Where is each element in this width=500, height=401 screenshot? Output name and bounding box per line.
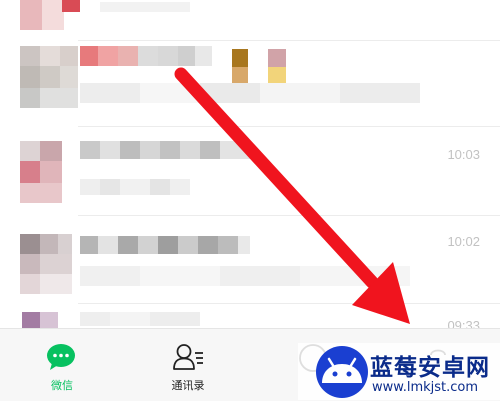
- chat-row[interactable]: [0, 41, 500, 125]
- message-preview: [80, 266, 410, 286]
- logo-icon: [316, 346, 368, 398]
- message-time: 10:03: [447, 147, 480, 162]
- watermark-name: 蓝莓安卓网: [370, 355, 490, 381]
- tab-label: 通讯录: [171, 379, 205, 392]
- tab-chats[interactable]: 微信: [12, 329, 112, 401]
- message-preview: [80, 179, 190, 195]
- chat-list: 10:03 10:02 09:33: [0, 0, 500, 333]
- message-preview: [80, 83, 420, 103]
- contact-name: [80, 236, 250, 254]
- chat-row[interactable]: 09:33: [0, 304, 500, 333]
- tab-contacts[interactable]: 通讯录: [138, 329, 238, 401]
- tab-label: 微信: [51, 379, 73, 392]
- avatar: [20, 141, 62, 203]
- contacts-icon: [172, 343, 204, 371]
- avatar: [22, 312, 58, 328]
- avatar: [20, 0, 64, 30]
- watermark-url: www.lmkjst.com: [372, 380, 479, 395]
- message-preview: [100, 2, 190, 12]
- contact-name: [80, 141, 250, 159]
- chat-row[interactable]: 10:02: [0, 216, 500, 302]
- avatar: [20, 234, 72, 294]
- avatar: [20, 46, 78, 108]
- chat-row[interactable]: [0, 0, 500, 40]
- chat-bubble-icon: [46, 343, 76, 371]
- chat-row[interactable]: 10:03: [0, 127, 500, 215]
- contact-name: [80, 46, 212, 66]
- message-preview: [80, 312, 200, 326]
- message-time: 10:02: [447, 234, 480, 249]
